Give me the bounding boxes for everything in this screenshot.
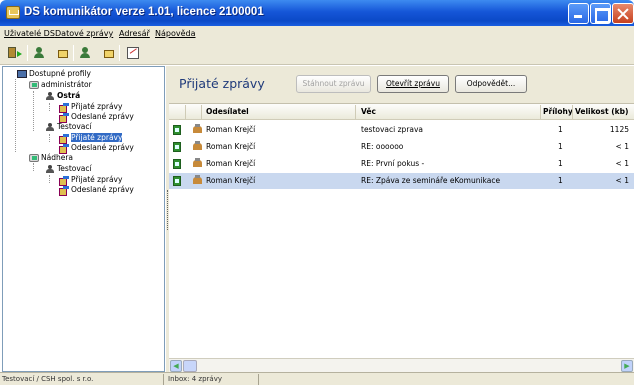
tree-item-sent[interactable]: Odeslané zprávy xyxy=(59,143,134,154)
menu-help[interactable]: Nápověda xyxy=(155,29,196,38)
panel-title: Přijaté zprávy xyxy=(179,76,265,91)
cell-sender: Roman Krejčí xyxy=(206,159,256,168)
sent-icon xyxy=(59,113,69,123)
cell-size: < 1 xyxy=(615,142,629,151)
cell-sender: Roman Krejčí xyxy=(206,176,256,185)
menu-messages[interactable]: Datové zprávy xyxy=(55,29,113,38)
cell-attachments: 1 xyxy=(558,159,563,168)
tree-item-received[interactable]: Přijaté zprávy xyxy=(59,175,122,186)
menu-bar: Uživatelé DS Datové zprávy Adresář Nápov… xyxy=(0,26,634,41)
splitter-grip[interactable] xyxy=(167,190,168,230)
table-row[interactable]: Roman Krejčí RE: oooooo 1 < 1 xyxy=(169,139,634,155)
status-inbox: Inbox: 4 zprávy xyxy=(168,375,222,383)
title-bar: DS komunikátor verze 1.01, licence 21000… xyxy=(0,0,634,26)
status-profile: Testovací / CSH spol. s r.o. xyxy=(2,375,94,383)
toolbar xyxy=(0,41,634,65)
status-bar: Testovací / CSH spol. s r.o. Inbox: 4 zp… xyxy=(0,372,634,385)
tree-group-ostra[interactable]: Ostrá xyxy=(45,91,80,101)
mailbox-icon[interactable] xyxy=(80,46,96,60)
scroll-thumb[interactable] xyxy=(183,360,197,372)
column-sender[interactable]: Odesílatel xyxy=(206,107,249,116)
user-icon xyxy=(45,165,55,173)
tree-profile-administrator[interactable]: administrátor xyxy=(29,80,92,90)
message-table: Odesílatel Věc Přílohy Velikost (kb) Rom… xyxy=(169,103,634,358)
databox-icon xyxy=(29,81,39,89)
cell-attachments: 1 xyxy=(558,142,563,151)
exit-icon[interactable] xyxy=(7,46,23,60)
sent-icon xyxy=(59,186,69,196)
table-header: Odesílatel Věc Přílohy Velikost (kb) xyxy=(169,104,634,120)
tree-root[interactable]: Dostupné profily xyxy=(17,69,91,79)
attachment-icon xyxy=(193,158,202,167)
maximize-button[interactable] xyxy=(590,3,611,24)
user-settings-icon[interactable] xyxy=(34,46,50,60)
attachment-icon xyxy=(193,175,202,184)
received-icon xyxy=(59,176,69,186)
scroll-left-icon[interactable]: ◀ xyxy=(170,360,182,372)
cell-subject: RE: První pokus - xyxy=(361,159,425,168)
open-button[interactable]: Otevřít zprávu xyxy=(377,75,449,93)
app-icon xyxy=(6,6,20,19)
tree-item-received[interactable]: Přijaté zprávy xyxy=(59,102,122,113)
sign-icon[interactable] xyxy=(126,46,142,60)
message-icon xyxy=(173,142,181,152)
column-size[interactable]: Velikost (kb) xyxy=(575,107,628,116)
cell-subject: RE: oooooo xyxy=(361,142,404,151)
cell-size: < 1 xyxy=(615,159,629,168)
cell-subject: testovaci zprava xyxy=(361,125,424,134)
horizontal-scrollbar[interactable]: ◀ ▶ xyxy=(169,358,634,372)
cell-attachments: 1 xyxy=(558,176,563,185)
received-icon xyxy=(59,134,69,144)
cell-subject: RE: Zpáva ze semináře eKomunikace xyxy=(361,176,501,185)
received-icon xyxy=(59,103,69,113)
scroll-right-icon[interactable]: ▶ xyxy=(621,360,633,372)
tree-item-sent[interactable]: Odeslané zprávy xyxy=(59,185,134,196)
cell-size: < 1 xyxy=(615,176,629,185)
menu-address-book[interactable]: Adresář xyxy=(119,29,150,38)
sent-icon xyxy=(59,144,69,154)
tree-profile-nadhera[interactable]: Nádhera xyxy=(29,153,73,163)
profile-tree: Dostupné profily administrátor Ostrá Při… xyxy=(2,66,165,372)
message-icon xyxy=(173,176,181,186)
profiles-icon xyxy=(17,70,27,78)
user-mailbox-icon[interactable] xyxy=(52,46,68,60)
close-button[interactable] xyxy=(612,3,634,24)
window-title: DS komunikátor verze 1.01, licence 21000… xyxy=(24,6,264,18)
tree-group-test[interactable]: Testovací xyxy=(45,122,92,132)
databox-icon xyxy=(29,154,39,162)
cell-sender: Roman Krejčí xyxy=(206,142,256,151)
user-icon xyxy=(45,123,55,131)
cell-attachments: 1 xyxy=(558,125,563,134)
table-row[interactable]: Roman Krejčí RE: První pokus - 1 < 1 xyxy=(169,156,634,172)
tree-item-sent[interactable]: Odeslané zprávy xyxy=(59,112,134,123)
minimize-button[interactable] xyxy=(568,3,589,24)
column-subject[interactable]: Věc xyxy=(361,107,376,116)
download-button[interactable]: Stáhnout zprávu xyxy=(296,75,371,93)
message-icon xyxy=(173,125,181,135)
cell-size: 1125 xyxy=(609,125,629,134)
table-row-selected[interactable]: Roman Krejčí RE: Zpáva ze semináře eKomu… xyxy=(169,173,634,189)
mailbox-settings-icon[interactable] xyxy=(98,46,114,60)
reply-button[interactable]: Odpovědět... xyxy=(455,75,527,93)
menu-users[interactable]: Uživatelé DS xyxy=(4,29,55,38)
attachment-icon xyxy=(193,141,202,150)
message-panel: Přijaté zprávy Stáhnout zprávu Otevřít z… xyxy=(169,66,634,372)
cell-sender: Roman Krejčí xyxy=(206,125,256,134)
tree-item-received-selected[interactable]: Přijaté zprávy xyxy=(59,133,123,144)
message-icon xyxy=(173,159,181,169)
user-icon xyxy=(45,92,55,100)
panel-header: Přijaté zprávy Stáhnout zprávu Otevřít z… xyxy=(169,66,634,103)
column-attachments[interactable]: Přílohy xyxy=(543,107,573,116)
attachment-icon xyxy=(193,124,202,133)
tree-group-test-2[interactable]: Testovací xyxy=(45,164,92,174)
table-row[interactable]: Roman Krejčí testovaci zprava 1 1125 xyxy=(169,122,634,138)
